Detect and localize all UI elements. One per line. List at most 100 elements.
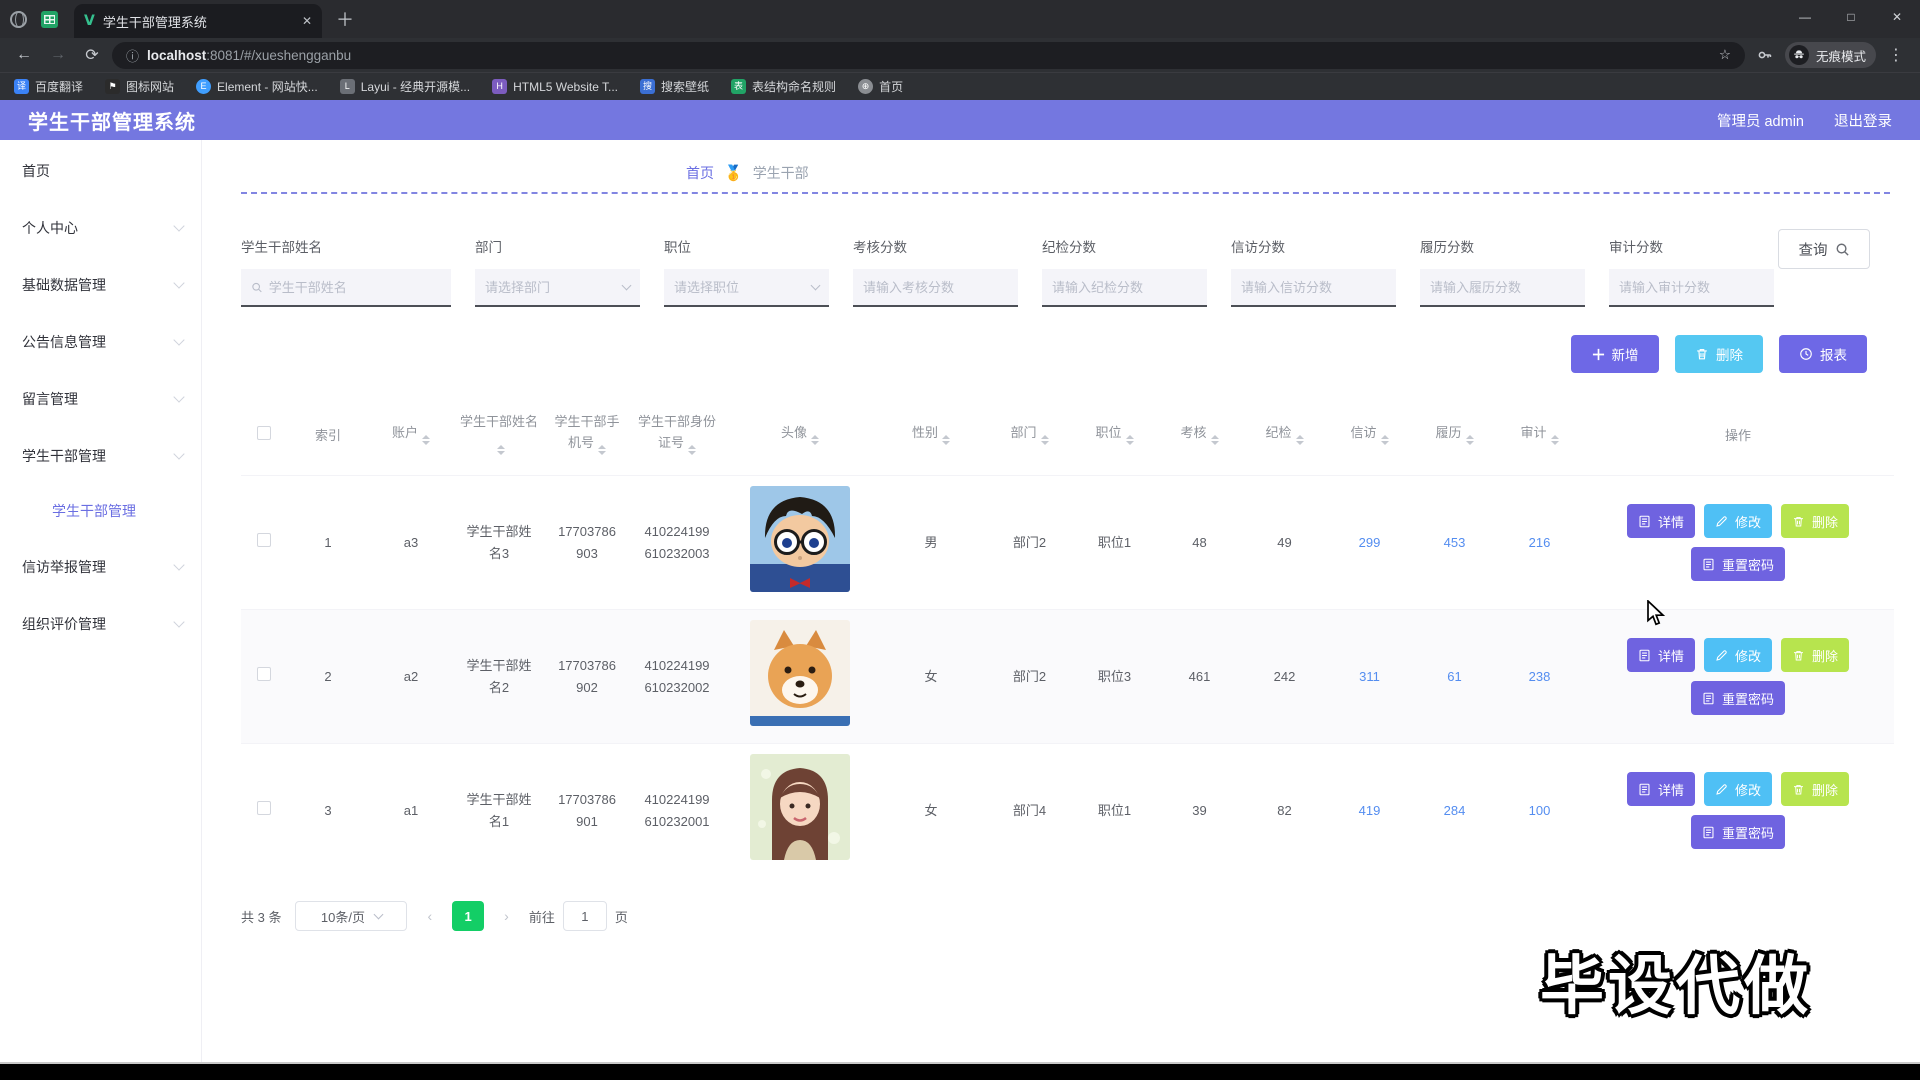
column-header-position[interactable]: 职位 [1072,395,1157,476]
sidebar-item-留言管理[interactable]: 留言管理 [0,370,201,427]
edit-button[interactable]: 修改 [1704,638,1772,672]
key-icon[interactable] [1751,41,1779,69]
filter-input[interactable] [1420,269,1585,307]
select-all-checkbox[interactable] [257,426,271,440]
detail-button[interactable]: 详情 [1627,504,1695,538]
delete-button[interactable]: 删除 [1675,335,1763,373]
filter-text-input[interactable] [1619,280,1764,295]
edit-button[interactable]: 修改 [1704,504,1772,538]
bookmark-item[interactable]: LLayui - 经典开源模... [340,78,470,95]
new-tab-icon[interactable]: ＋ [336,6,354,32]
bookmark-item[interactable]: ⊕首页 [858,78,903,95]
sidebar-item-公告信息管理[interactable]: 公告信息管理 [0,313,201,370]
sort-carets-icon[interactable] [1211,431,1219,449]
column-header-account[interactable]: 账户 [369,395,453,476]
column-header-lvli[interactable]: 履历 [1412,395,1497,476]
address-bar[interactable]: ⓘ localhost:8081/#/xueshengganbu ☆ [112,42,1745,69]
sort-carets-icon[interactable] [1466,431,1474,449]
filter-input[interactable] [1042,269,1207,307]
detail-button[interactable]: 详情 [1627,638,1695,672]
per-page-select[interactable]: 10条/页 [295,901,407,931]
sidebar-item-基础数据管理[interactable]: 基础数据管理 [0,256,201,313]
sort-carets-icon[interactable] [942,431,950,449]
sort-carets-icon[interactable] [422,431,430,449]
filter-text-input[interactable] [1241,280,1386,295]
sidebar-item-个人中心[interactable]: 个人中心 [0,199,201,256]
page-info-icon[interactable]: ⓘ [126,46,139,65]
sort-carets-icon[interactable] [1126,431,1134,449]
column-header-dept[interactable]: 部门 [987,395,1072,476]
filter-input[interactable] [241,269,451,307]
back-icon[interactable]: ← [10,41,38,69]
reset-password-button[interactable]: 重置密码 [1691,547,1785,581]
bookmark-item[interactable]: 表表结构命名规则 [731,78,836,95]
filter-text-input[interactable] [485,280,617,295]
report-button[interactable]: 报表 [1779,335,1867,373]
sort-carets-icon[interactable] [1041,431,1049,449]
bookmark-item[interactable]: HHTML5 Website T... [492,79,618,94]
column-header-name[interactable]: 学生干部姓名 [453,395,545,476]
filter-text-input[interactable] [269,280,441,295]
filter-input[interactable] [853,269,1018,307]
cell-select[interactable] [241,476,287,610]
filter-text-input[interactable] [1430,280,1575,295]
column-header-jijian[interactable]: 纪检 [1242,395,1327,476]
column-header-phone[interactable]: 学生干部手机号 [545,395,629,476]
row-select-checkbox[interactable] [257,533,271,547]
cell-select[interactable] [241,610,287,744]
detail-button[interactable]: 详情 [1627,772,1695,806]
close-icon[interactable]: ✕ [1874,0,1920,34]
column-header-gender[interactable]: 性别 [875,395,987,476]
bookmark-item[interactable]: 搜搜索壁纸 [640,78,709,95]
delete-button[interactable]: 删除 [1781,772,1849,806]
add-button[interactable]: 新增 [1571,335,1659,373]
delete-button[interactable]: 删除 [1781,504,1849,538]
browser-tab[interactable]: V 学生干部管理系统 ✕ [74,4,322,38]
filter-text-input[interactable] [674,280,806,295]
column-header-id_number[interactable]: 学生干部身份证号 [629,395,725,476]
reset-password-button[interactable]: 重置密码 [1691,815,1785,849]
search-button[interactable]: 查询 [1778,229,1870,269]
sort-carets-icon[interactable] [497,441,505,459]
sort-carets-icon[interactable] [598,441,606,459]
tab-close-icon[interactable]: ✕ [302,14,312,28]
filter-input[interactable] [1609,269,1774,307]
cell-select[interactable] [241,744,287,878]
sidebar-item-信访举报管理[interactable]: 信访举报管理 [0,538,201,595]
filter-text-input[interactable] [1052,280,1197,295]
filter-input[interactable] [1231,269,1396,307]
column-header-kaohe[interactable]: 考核 [1157,395,1242,476]
reload-icon[interactable]: ⟳ [78,41,106,69]
column-header-avatar[interactable]: 头像 [725,395,875,476]
sort-carets-icon[interactable] [811,431,819,449]
filter-select[interactable] [664,269,829,307]
sort-carets-icon[interactable] [688,441,696,459]
delete-button[interactable]: 删除 [1781,638,1849,672]
bookmark-item[interactable]: ⚑图标网站 [105,78,174,95]
row-select-checkbox[interactable] [257,801,271,815]
next-page-button[interactable]: › [498,908,515,924]
logout-link[interactable]: 退出登录 [1834,110,1892,131]
minimize-icon[interactable]: — [1782,0,1828,34]
maximize-icon[interactable]: □ [1828,0,1874,34]
breadcrumb-home-link[interactable]: 首页 [686,163,714,183]
green-sheet-icon[interactable] [41,11,58,28]
edit-button[interactable]: 修改 [1704,772,1772,806]
sidebar-subitem-学生干部管理[interactable]: 学生干部管理 [0,484,201,538]
menu-dots-icon[interactable]: ⋮ [1882,41,1910,69]
goto-page-input[interactable] [563,901,607,931]
prev-page-button[interactable]: ‹ [421,908,438,924]
filter-text-input[interactable] [863,280,1008,295]
reset-password-button[interactable]: 重置密码 [1691,681,1785,715]
column-header-xinfang[interactable]: 信访 [1327,395,1412,476]
filter-select[interactable] [475,269,640,307]
forward-icon[interactable]: → [44,41,72,69]
row-select-checkbox[interactable] [257,667,271,681]
sidebar-item-首页[interactable]: 首页 [0,142,201,199]
sidebar-item-学生干部管理[interactable]: 学生干部管理 [0,427,201,484]
bookmark-star-icon[interactable]: ☆ [1719,47,1731,63]
sort-carets-icon[interactable] [1296,431,1304,449]
admin-user-label[interactable]: 管理员 admin [1717,110,1804,131]
sidebar-item-组织评价管理[interactable]: 组织评价管理 [0,595,201,652]
globe-icon[interactable] [10,11,27,28]
